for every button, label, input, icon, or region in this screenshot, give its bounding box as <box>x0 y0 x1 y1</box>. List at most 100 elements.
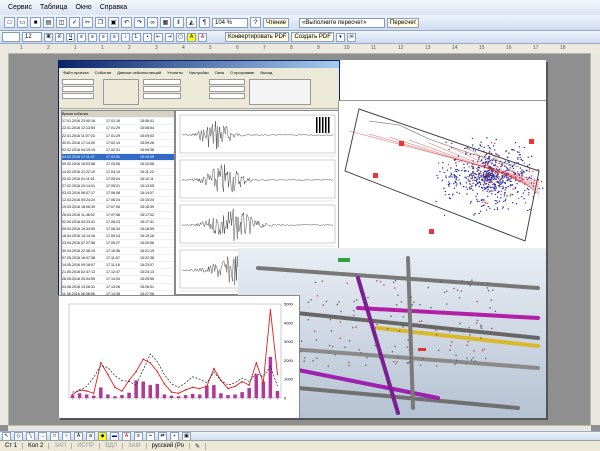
help-icon[interactable]: ? <box>250 17 261 28</box>
recalc-button[interactable]: Пересчет <box>387 17 420 28</box>
new-icon[interactable]: □ <box>4 17 15 28</box>
font-name-field[interactable] <box>2 32 20 42</box>
map-event-dot <box>475 195 477 198</box>
map-event-dot <box>513 163 515 165</box>
columns-icon[interactable]: ‖ <box>173 17 184 28</box>
border-icon[interactable]: ▢ <box>176 32 185 42</box>
copy-icon[interactable]: ❐ <box>95 17 106 28</box>
table-row[interactable]: 09.02.2016 16:03:58 17.03:06 15:10:58 <box>62 161 174 169</box>
menu-item-service[interactable]: Сервис <box>8 4 32 11</box>
menu-item-help[interactable]: Справка <box>100 4 127 11</box>
events-table[interactable]: Время события 17.01.2016 23:00:16 17.01:16… <box>61 110 175 296</box>
font-size-field[interactable]: 12 <box>22 32 42 42</box>
cut-icon[interactable]: ✂ <box>82 17 93 28</box>
bullets-icon[interactable]: • <box>143 32 152 42</box>
pdf-options-icon[interactable]: ▾ <box>335 32 345 42</box>
table-row[interactable]: 02.02.2016 04:19:19 17.02:31 15:09:38 <box>62 147 174 155</box>
align-center-icon[interactable]: ≡ <box>88 32 97 42</box>
numbering-icon[interactable]: 1. <box>132 32 141 42</box>
table-row[interactable]: 07.05.2016 16:07:38 17.11:07 15:22:38 <box>62 255 174 262</box>
table-row[interactable]: 14.05.2016 09:18:07 17.11:18 15:23:07 <box>62 262 174 270</box>
table-row[interactable]: 20.02.2016 01:11:01 17.05:04 15:12:11 <box>62 176 174 183</box>
pdf-mail-icon[interactable]: ✉ <box>346 32 356 42</box>
map-event-dot <box>502 179 504 182</box>
drawing-icon[interactable]: ◭ <box>186 17 197 28</box>
preview-icon[interactable]: ◫ <box>56 17 67 28</box>
status-zam[interactable]: ЗАМ <box>123 443 147 449</box>
zoom-select[interactable]: 104 % <box>212 17 248 28</box>
menu-item-window[interactable]: Окно <box>75 4 91 11</box>
map-event-dot <box>481 201 483 203</box>
table-row[interactable]: 16.04.2016 14:14:16 17.09:14 15:19:16 <box>62 233 174 241</box>
table-row[interactable]: 12.03.2016 00:24:24 17.06:24 15:15:24 <box>62 197 174 205</box>
map-event-dot <box>509 195 511 197</box>
open-icon[interactable]: ▭ <box>17 17 28 28</box>
table-row[interactable]: 03.03.2016 06:07:17 17.06:08 15:14:07 <box>62 190 174 198</box>
table-row[interactable]: 30.01.2016 17:14:00 17.02:14 15:09:26 <box>62 140 174 147</box>
spelling-icon[interactable]: ✎ <box>190 442 206 450</box>
underline-icon[interactable]: Ч <box>66 32 75 42</box>
table-cell: 15:09:03 <box>140 133 154 138</box>
justify-icon[interactable]: ≡ <box>110 32 119 42</box>
convert-pdf-button[interactable]: Конвертировать PDF <box>225 32 290 42</box>
document-image[interactable]: Файл проекта События Данные сейсмостанци… <box>58 60 546 418</box>
show-marks-icon[interactable]: ¶ <box>199 17 210 28</box>
highlight-icon[interactable]: A <box>187 32 196 42</box>
table-row[interactable]: 27.02.2016 20:14:01 17.05:21 15:13:05 <box>62 183 174 191</box>
align-right-icon[interactable]: ≡ <box>99 32 108 42</box>
table-row[interactable]: 22.01.2016 11:07:03 17.01:29 15:09:03 <box>62 133 174 140</box>
table-row[interactable]: 26.03.2016 11:46:02 17.07:46 15:17:02 <box>62 212 174 219</box>
print-icon[interactable]: ▤ <box>43 17 54 28</box>
mine-event <box>363 296 365 299</box>
increase-indent-icon[interactable]: ⇥ <box>165 32 174 42</box>
table-row[interactable]: 19.03.2016 18:06:39 17.07:06 15:16:39 <box>62 204 174 212</box>
menu-item-table[interactable]: Таблица <box>40 4 67 11</box>
table-cell: 15:10:58 <box>140 162 154 167</box>
table-cell: 17.01:29 <box>106 133 120 138</box>
map-event-dot <box>496 181 499 183</box>
table-row[interactable]: 04.06.2016 13:26:31 17.13:26 15:26:31 <box>62 284 174 291</box>
table-row[interactable]: 28.05.2016 20:04:55 17.13:04 15:25:55 <box>62 276 174 284</box>
map-event-dot <box>509 180 511 182</box>
table-row[interactable]: 22.01.2016 12:13:54 17.01:29 15:08:54 <box>62 125 174 133</box>
line-spacing-icon[interactable]: ↕ <box>121 32 130 42</box>
table-row[interactable]: 21.05.2016 02:47:13 17.12:47 15:24:13 <box>62 269 174 277</box>
redo-icon[interactable]: ↷ <box>134 17 145 28</box>
table-row[interactable]: 02.04.2016 03:23:41 17.08:23 15:17:41 <box>62 219 174 226</box>
italic-icon[interactable]: К <box>55 32 64 42</box>
table-row[interactable]: 04.02.2016 17:11:07 17.02:51 15:10:09 <box>62 154 174 162</box>
map-event-dot <box>476 198 478 200</box>
status-isp[interactable]: ИСПР <box>72 443 101 449</box>
table-row[interactable]: 17.01.2016 23:00:16 17.01:16 15:08:41 <box>62 118 174 126</box>
map-event-dot <box>475 179 477 182</box>
mine-event <box>346 282 348 284</box>
mine-event <box>321 280 323 282</box>
font-color-icon[interactable]: A <box>198 32 207 42</box>
table-cell: 14.05.2016 09:18:07 <box>62 262 95 267</box>
map-ray <box>388 136 540 186</box>
status-rec[interactable]: ЗАП <box>49 443 73 449</box>
table-cell: 15:14:07 <box>140 191 154 196</box>
horizontal-ruler[interactable]: 1 2 1 1 2 3 4 5 6 7 8 9 10 11 12 13 14 15 16 17 18 <box>0 44 600 54</box>
status-vdl[interactable]: ВДЛ <box>100 443 124 449</box>
paste-icon[interactable]: ▣ <box>108 17 119 28</box>
read-button[interactable]: Чтение <box>263 17 290 28</box>
save-icon[interactable]: ■ <box>30 17 41 28</box>
table-row[interactable]: 09.04.2016 19:34:59 17.08:34 15:18:59 <box>62 226 174 234</box>
table-row[interactable]: 30.04.2016 22:36:19 17.10:36 15:21:19 <box>62 248 174 255</box>
hyperlink-icon[interactable]: ∞ <box>147 17 158 28</box>
vertical-scrollbar[interactable] <box>590 53 600 425</box>
align-left-icon[interactable]: ≡ <box>77 32 86 42</box>
undo-icon[interactable]: ↶ <box>121 17 132 28</box>
spell-check-icon[interactable]: ✓ <box>69 17 80 28</box>
create-pdf-button[interactable]: Создать PDF <box>291 32 334 42</box>
table-row[interactable]: 23.04.2016 07:27:56 17.09:27 15:20:56 <box>62 240 174 248</box>
map-event-dot <box>456 191 458 193</box>
table-icon[interactable]: ▦ <box>160 17 171 28</box>
map-event-dot <box>472 167 475 170</box>
table-row[interactable]: 14.02.2016 21:22:10 17.04:14 15:11:22 <box>62 169 174 176</box>
bold-icon[interactable]: Ж <box>44 32 53 42</box>
table-cell: 15:17:41 <box>140 219 154 224</box>
search-field[interactable]: «Выполните пересчет» <box>299 17 386 28</box>
decrease-indent-icon[interactable]: ⇤ <box>154 32 163 42</box>
